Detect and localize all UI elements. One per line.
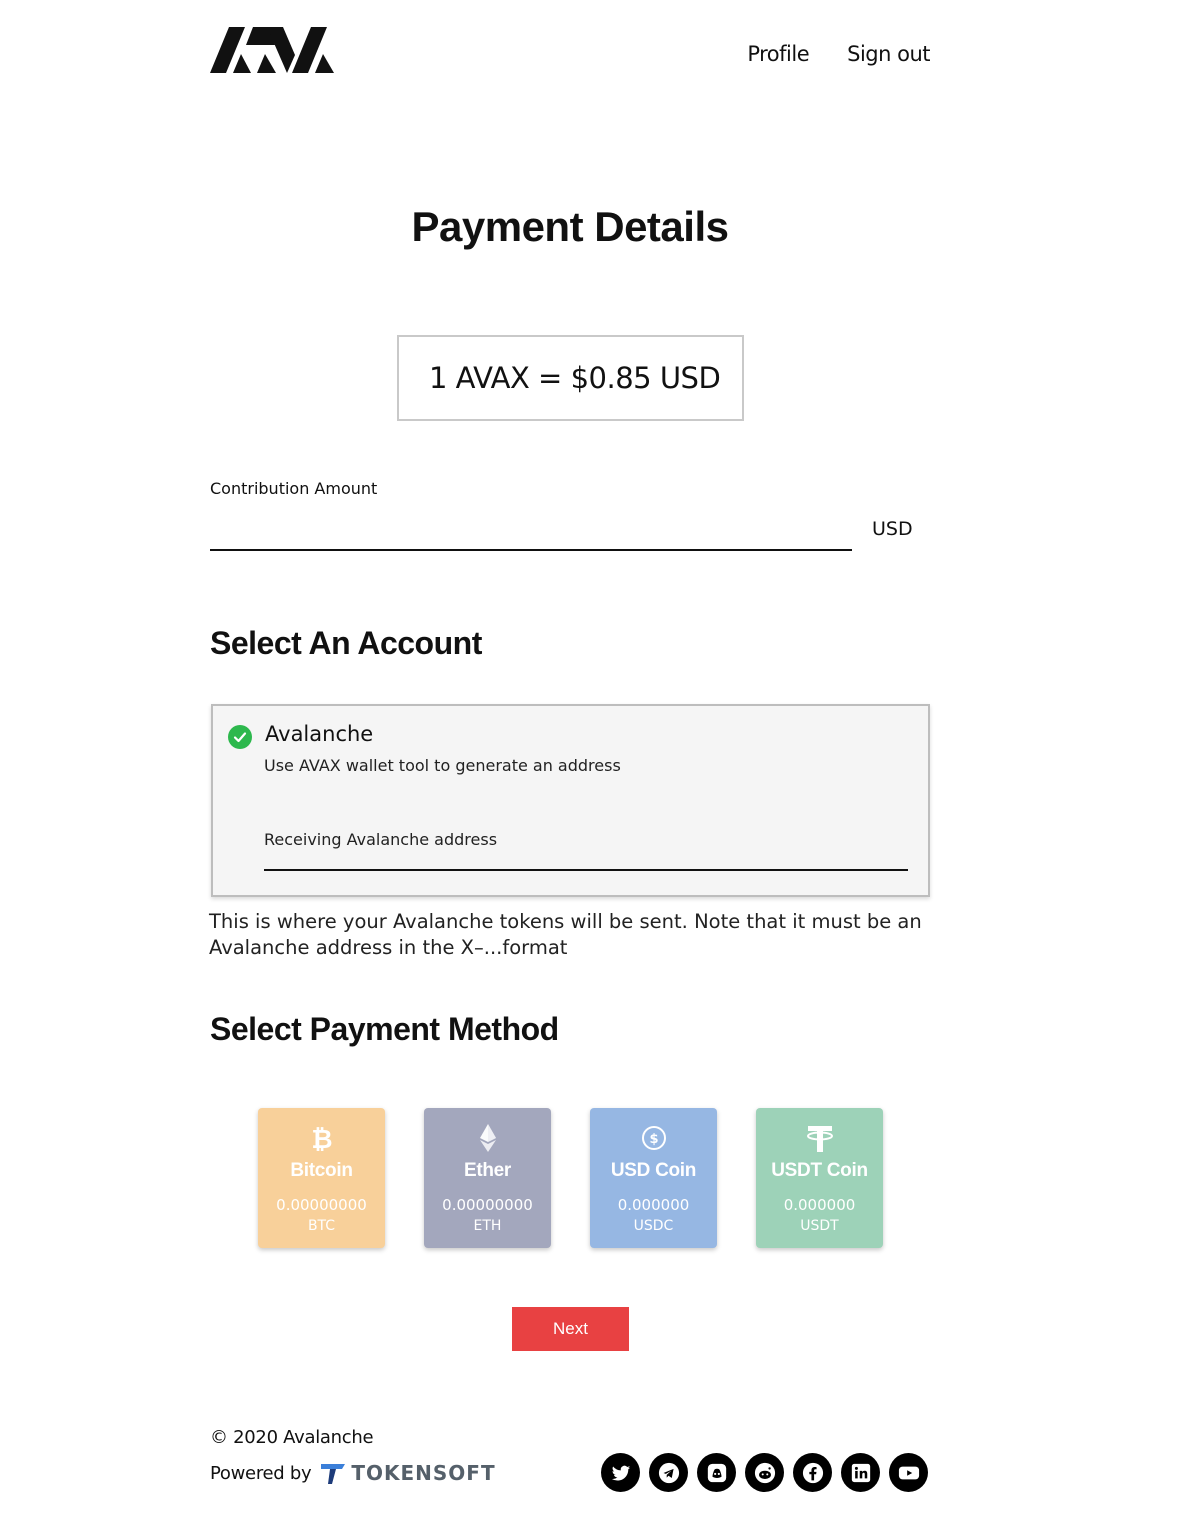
payment-method-unit: USDT: [800, 1218, 839, 1234]
payment-method-unit: USDC: [633, 1218, 674, 1234]
payment-method-bitcoin[interactable]: ₿ Bitcoin 0.00000000 BTC: [258, 1108, 385, 1248]
exchange-rate-text: 1 AVAX = $0.85 USD: [429, 361, 721, 395]
payment-method-balance: 0.00000000: [442, 1196, 533, 1214]
discord-icon[interactable]: [697, 1453, 736, 1492]
payment-method-balance: 0.00000000: [276, 1196, 367, 1214]
top-nav: Profile Sign out: [747, 42, 930, 66]
svg-text:₿: ₿: [311, 1125, 332, 1153]
powered-by-label: Powered by: [210, 1462, 312, 1484]
tokensoft-logo[interactable]: TOKENSOFT: [321, 1461, 495, 1485]
twitter-icon[interactable]: [601, 1453, 640, 1492]
reddit-icon[interactable]: [745, 1453, 784, 1492]
contribution-amount-input[interactable]: [210, 508, 852, 551]
facebook-icon[interactable]: [793, 1453, 832, 1492]
bitcoin-icon: ₿: [258, 1123, 385, 1153]
payment-method-name: Ether: [463, 1160, 512, 1181]
payment-method-name: USD Coin: [610, 1160, 697, 1181]
select-account-title: Select An Account: [210, 625, 482, 661]
payment-method-balance: 0.000000: [783, 1196, 856, 1214]
account-description: Use AVAX wallet tool to generate an addr…: [264, 756, 621, 775]
profile-link[interactable]: Profile: [747, 42, 809, 66]
receiving-address-input[interactable]: [264, 846, 908, 871]
contribution-amount-label: Contribution Amount: [210, 479, 378, 498]
sign-out-link[interactable]: Sign out: [847, 42, 930, 66]
payment-method-unit: BTC: [307, 1218, 336, 1234]
contribution-unit: USD: [872, 518, 913, 540]
payment-method-ether[interactable]: Ether 0.00000000 ETH: [424, 1108, 551, 1248]
linkedin-icon[interactable]: [841, 1453, 880, 1492]
payment-method-balance: 0.000000: [617, 1196, 690, 1214]
usd-coin-icon: $: [590, 1123, 717, 1153]
tether-icon: [756, 1123, 883, 1153]
social-links: [601, 1453, 928, 1492]
payment-method-usd-coin[interactable]: $ USD Coin 0.000000 USDC: [590, 1108, 717, 1248]
address-helper-text: This is where your Avalanche tokens will…: [209, 910, 922, 959]
exchange-rate-box: 1 AVAX = $0.85 USD: [397, 335, 744, 421]
tokensoft-brand: TOKENSOFT: [351, 1461, 496, 1485]
powered-by: Powered by TOKENSOFT: [210, 1461, 496, 1485]
page-title: Payment Details: [411, 203, 729, 250]
youtube-icon[interactable]: [889, 1453, 928, 1492]
ava-logo[interactable]: [210, 27, 334, 73]
avalanche-account-card[interactable]: Avalanche Use AVAX wallet tool to genera…: [211, 704, 930, 897]
next-button[interactable]: Next: [512, 1307, 629, 1351]
telegram-icon[interactable]: [649, 1453, 688, 1492]
payment-method-name: USDT Coin: [771, 1160, 868, 1181]
svg-text:$: $: [649, 1132, 658, 1147]
ethereum-icon: [424, 1123, 551, 1153]
payment-method-unit: ETH: [473, 1218, 502, 1234]
check-circle-icon: [228, 725, 252, 749]
payment-method-usdt-coin[interactable]: USDT Coin 0.000000 USDT: [756, 1108, 883, 1248]
select-payment-title: Select Payment Method: [210, 1011, 559, 1047]
account-name: Avalanche: [265, 722, 374, 746]
copyright-text: © 2020 Avalanche: [210, 1427, 374, 1448]
payment-method-name: Bitcoin: [290, 1160, 353, 1181]
